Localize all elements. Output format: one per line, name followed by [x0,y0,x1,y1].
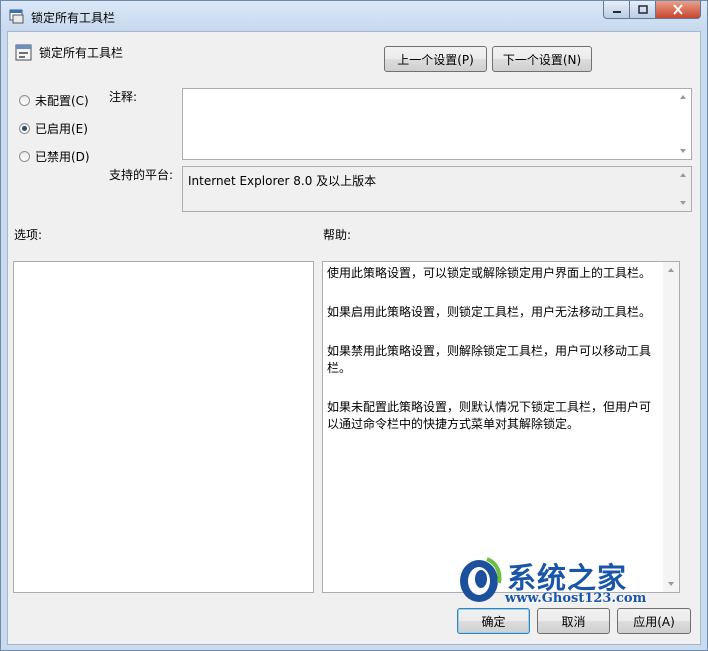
scroll-down-icon[interactable] [680,201,686,205]
help-paragraph: 使用此策略设置，可以锁定或解除锁定用户界面上的工具栏。 [327,266,652,280]
maximize-icon [637,4,648,14]
comment-textarea[interactable] [182,88,692,160]
supported-platform-value: Internet Explorer 8.0 及以上版本 [188,174,377,188]
help-panel: 使用此策略设置，可以锁定或解除锁定用户界面上的工具栏。 如果启用此策略设置，则锁… [322,261,680,593]
close-button[interactable] [656,1,701,19]
previous-setting-button[interactable]: 上一个设置(P) [384,46,487,72]
minimize-button[interactable] [603,1,630,19]
policy-dialog-window: 锁定所有工具栏 锁定所有工具栏 上一个设置(P) 下一个设置(N) 未配置(C)… [0,0,708,651]
comment-label: 注释: [109,90,138,104]
setting-name-heading: 锁定所有工具栏 [39,46,124,60]
help-paragraph: 如果禁用此策略设置，则解除锁定工具栏，用户可以移动工具栏。 [327,344,652,375]
help-label: 帮助: [323,228,352,242]
comment-scrollbar[interactable] [675,89,691,159]
radio-disabled-label: 已禁用(D) [35,150,90,164]
radio-disabled-indicator [19,151,30,162]
radio-not-configured-indicator [19,95,30,106]
policy-setting-icon [15,44,32,61]
options-label: 选项: [14,228,43,242]
radio-not-configured-label: 未配置(C) [35,94,89,108]
help-text: 使用此策略设置，可以锁定或解除锁定用户界面上的工具栏。 如果启用此策略设置，则锁… [327,265,659,455]
radio-enabled-indicator [19,123,30,134]
platform-scrollbar[interactable] [675,167,691,211]
window-title: 锁定所有工具栏 [31,11,116,25]
maximize-button[interactable] [630,1,656,19]
title-bar[interactable]: 锁定所有工具栏 [1,1,707,31]
help-paragraph: 如果未配置此策略设置，则默认情况下锁定工具栏，但用户可以通过命令栏中的快捷方式菜… [327,400,652,431]
options-panel [13,261,314,593]
scroll-down-icon[interactable] [680,149,686,153]
ghost-logo-icon [460,557,502,602]
watermark-url: www.Ghost123.com [505,591,647,606]
radio-not-configured[interactable]: 未配置(C) [19,92,89,109]
watermark: 系统之家 www.Ghost123.com [453,553,688,613]
supported-platform-field: Internet Explorer 8.0 及以上版本 [182,166,692,212]
minimize-icon [612,10,621,13]
help-scrollbar[interactable] [663,262,679,592]
comment-value [183,89,691,97]
close-icon [673,4,683,15]
policy-setting-icon [9,9,24,24]
scroll-up-icon[interactable] [680,95,686,99]
radio-disabled[interactable]: 已禁用(D) [19,148,90,165]
radio-enabled[interactable]: 已启用(E) [19,120,88,137]
radio-enabled-label: 已启用(E) [35,122,88,136]
next-setting-button[interactable]: 下一个设置(N) [492,46,592,72]
scroll-up-icon[interactable] [680,173,686,177]
help-paragraph: 如果启用此策略设置，则锁定工具栏，用户无法移动工具栏。 [327,305,652,319]
scroll-up-icon[interactable] [668,268,674,272]
supported-platform-label: 支持的平台: [109,168,174,182]
